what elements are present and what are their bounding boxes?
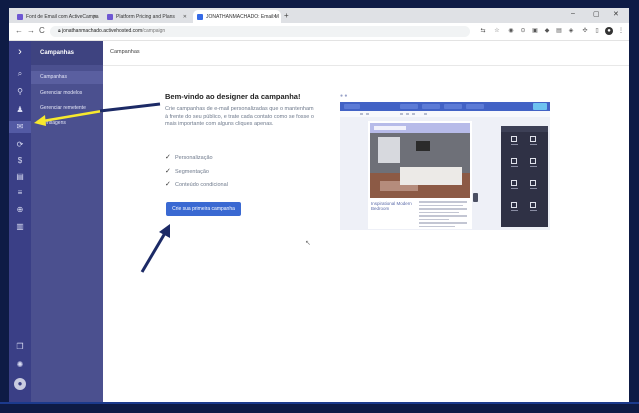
- feature-item: ✓ Segmentação: [165, 167, 209, 175]
- welcome-description: Crie campanhas de e-mail personalizadas …: [165, 106, 314, 127]
- minimize-button[interactable]: –: [571, 10, 575, 17]
- welcome-title: Bem-vindo ao designer da campanha!: [165, 92, 301, 101]
- star-icon[interactable]: ☆: [493, 27, 501, 35]
- blocks-panel: [501, 126, 548, 227]
- close-tab-icon[interactable]: ✕: [273, 14, 277, 20]
- campaign-designer-illustration: ● ● Inspirational Modern Bedroom: [340, 93, 550, 238]
- back-button[interactable]: ←: [15, 26, 23, 35]
- settings-icon[interactable]: ✺: [14, 359, 26, 371]
- maximize-button[interactable]: ▢: [593, 10, 600, 18]
- reload-button[interactable]: C: [39, 26, 45, 35]
- url-field[interactable]: 🔒︎ jonathanmachado.activehosted.com/camp…: [50, 26, 470, 37]
- tab-favicon-icon: [197, 13, 203, 20]
- feature-label: Segmentação: [175, 169, 209, 175]
- submenu-item-gerenciar-remetente[interactable]: Gerenciar remetente: [31, 102, 103, 115]
- campaigns-icon[interactable]: ✉: [9, 121, 31, 133]
- preview-caption: Inspirational Modern Bedroom: [371, 201, 412, 211]
- lists-icon[interactable]: ≡: [14, 187, 26, 199]
- website-icon[interactable]: ⊕: [14, 204, 26, 216]
- header-divider: [103, 65, 629, 66]
- add-block-icon: [473, 193, 478, 202]
- submenu-item-gerenciar-modelos[interactable]: Gerenciar modelos: [31, 87, 103, 100]
- breadcrumb: Campanhas: [110, 49, 140, 55]
- extension-icon[interactable]: ◆: [543, 27, 551, 35]
- address-bar-row: ← → C 🔒︎ jonathanmachado.activehosted.co…: [9, 23, 629, 41]
- checkmark-icon: ✓: [165, 154, 171, 161]
- automations-icon[interactable]: ⟳: [14, 139, 26, 151]
- search-icon[interactable]: ⌕: [14, 68, 26, 80]
- close-tab-icon[interactable]: ✕: [93, 14, 97, 20]
- close-tab-icon[interactable]: ✕: [183, 14, 187, 20]
- frame-bottom-border: [0, 402, 639, 404]
- tab-title: JONATHANMACHADO: Email M: [206, 13, 279, 20]
- campaigns-submenu: Campanhas Campanhas Gerenciar modelos Ge…: [31, 41, 103, 404]
- create-campaign-button[interactable]: Crie sua primeira campanha: [166, 202, 241, 216]
- welcome-block: Bem-vindo ao designer da campanha! Crie …: [165, 92, 315, 129]
- reports-icon[interactable]: ▥: [14, 221, 26, 233]
- deals-icon[interactable]: $: [14, 155, 26, 167]
- feature-item: ✓ Personalização: [165, 153, 213, 161]
- browser-tab-1[interactable]: Font de Email com ActiveCampa ✕: [13, 10, 101, 23]
- app-sidebar: › ⌕ ⚲ ♟ ✉ ⟳ $ ▤ ≡ ⊕ ▥ ❐ ✺ ●: [9, 41, 31, 404]
- url-host: jonathanmachado.activehosted.com: [62, 28, 143, 34]
- checkmark-icon: ✓: [165, 181, 171, 188]
- browser-menu-icon[interactable]: ⋮: [617, 27, 625, 35]
- feature-label: Conteúdo condicional: [175, 182, 228, 188]
- conversations-icon[interactable]: ▤: [14, 171, 26, 183]
- submenu-item-mensagens[interactable]: Mensagens: [31, 117, 103, 130]
- screen-recording-frame: Font de Email com ActiveCampa ✕ Platform…: [0, 0, 639, 413]
- extension-icon[interactable]: ⊙: [519, 27, 527, 35]
- browser-tab-2[interactable]: Platform Pricing and Plans ✕: [103, 10, 191, 23]
- tab-favicon-icon: [17, 13, 23, 20]
- tab-title: Platform Pricing and Plans: [116, 13, 175, 20]
- illustration-canvas: Inspirational Modern Bedroom: [340, 111, 550, 230]
- location-icon[interactable]: ⚲: [14, 86, 26, 98]
- new-tab-button[interactable]: +: [284, 11, 289, 20]
- tab-title: Font de Email com ActiveCampa: [26, 13, 99, 20]
- window-dots: ● ●: [340, 93, 348, 99]
- submenu-header: Campanhas: [31, 41, 103, 65]
- close-window-button[interactable]: ✕: [613, 10, 619, 18]
- tab-favicon-icon: [107, 13, 113, 20]
- extension-icon[interactable]: ◉: [507, 27, 515, 35]
- mouse-cursor-icon: ↖: [305, 240, 311, 247]
- apps-icon[interactable]: ❐: [14, 341, 26, 353]
- feature-label: Personalização: [175, 155, 213, 161]
- extension-icon[interactable]: ▣: [531, 27, 539, 35]
- extension-icon[interactable]: ▤: [555, 27, 563, 35]
- extension-icon[interactable]: ◈: [567, 27, 575, 35]
- sidepanel-icon[interactable]: ▯: [593, 27, 601, 35]
- illustration-toolbar: [340, 102, 550, 111]
- forward-button[interactable]: →: [27, 26, 35, 35]
- translate-icon[interactable]: ⇆: [479, 27, 487, 35]
- browser-tab-3[interactable]: JONATHANMACHADO: Email M ✕: [193, 10, 281, 23]
- contacts-icon[interactable]: ♟: [14, 104, 26, 116]
- email-preview: Inspirational Modern Bedroom: [368, 121, 472, 229]
- submenu-item-campanhas[interactable]: Campanhas: [31, 71, 103, 84]
- feature-item: ✓ Conteúdo condicional: [165, 180, 228, 188]
- checkmark-icon: ✓: [165, 168, 171, 175]
- avatar-icon[interactable]: ●: [14, 378, 26, 390]
- url-path: /campaign: [142, 28, 166, 34]
- bedroom-image: [370, 133, 470, 198]
- tab-strip: Font de Email com ActiveCampa ✕ Platform…: [9, 8, 629, 23]
- extensions-puzzle-icon[interactable]: ✣: [581, 27, 589, 35]
- logo-icon[interactable]: ›: [14, 46, 26, 58]
- profile-avatar-icon[interactable]: ●: [605, 27, 613, 35]
